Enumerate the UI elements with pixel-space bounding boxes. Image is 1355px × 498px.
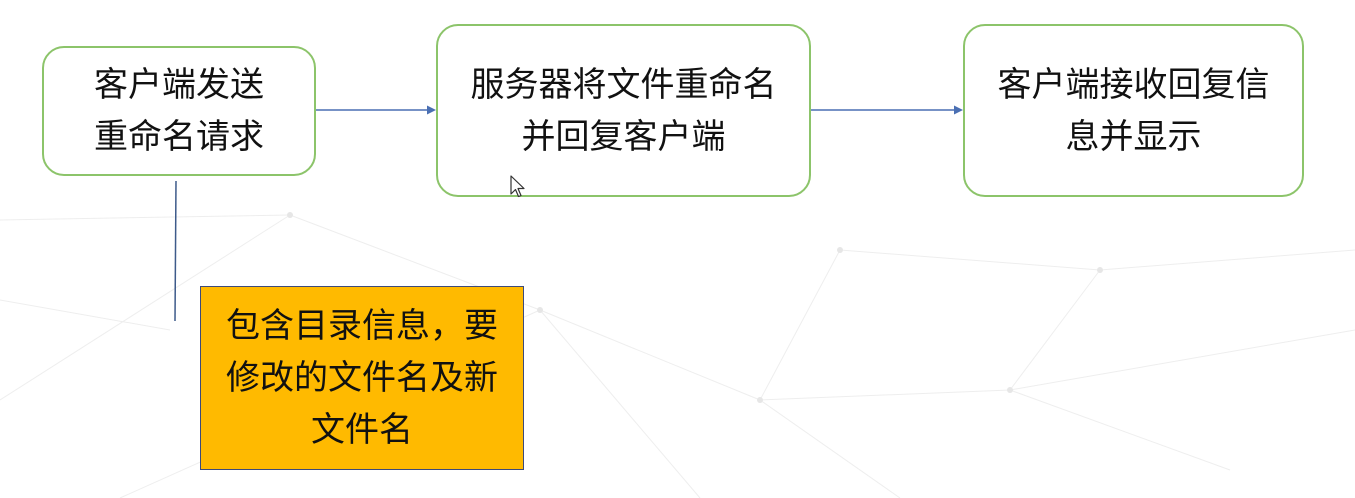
request-details-note-label: 包含目录信息，要修改的文件名及新文件名 [225,306,498,450]
arrow-2-to-3-head [954,105,963,115]
flow-step-label: 服务器将文件重命名并回复客户端 [470,64,777,157]
flow-step-label: 客户端发送重命名请求 [93,65,264,157]
flow-step-server-rename: 服务器将文件重命名并回复客户端 [436,24,811,197]
flow-step-label: 客户端接收回复信息并显示 [997,64,1270,157]
mouse-cursor-icon [510,175,525,198]
arrow-1-to-2-head [427,105,436,115]
flow-step-client-receive: 客户端接收回复信息并显示 [963,24,1304,197]
note-connector-line [174,180,177,322]
flow-step-send-request: 客户端发送重命名请求 [42,46,316,176]
request-details-note: 包含目录信息，要修改的文件名及新文件名 [200,286,524,470]
